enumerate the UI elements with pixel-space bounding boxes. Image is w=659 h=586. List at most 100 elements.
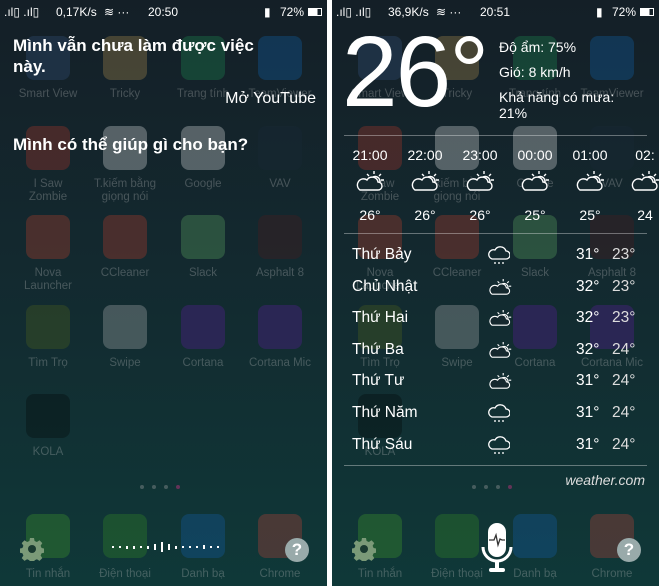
day-name: Thứ Năm: [352, 404, 418, 421]
partly-cloudy-icon: [510, 170, 560, 195]
low-temp: 24°: [612, 372, 636, 390]
settings-gear-icon[interactable]: [20, 537, 44, 561]
rain-cloud-icon: [488, 435, 511, 461]
high-temp: 31°: [576, 435, 600, 453]
app-icon-image: [26, 394, 70, 438]
weather-source-link[interactable]: weather.com: [565, 472, 645, 488]
hour-temp: 25°: [579, 207, 601, 223]
partly-cloudy-icon: [488, 278, 512, 301]
hour-temp: 24: [637, 207, 653, 223]
dock-app-label: Chrome: [259, 568, 301, 580]
partly-cloudy-icon: [488, 372, 512, 395]
low-temp: 24°: [612, 404, 636, 421]
app-icon: Cortana Mic: [245, 305, 315, 370]
app-label: Cortana: [182, 357, 224, 369]
app-label: I Saw Zombie: [28, 178, 68, 203]
wave-bar: [147, 545, 149, 549]
app-icon: Asphalt 8: [245, 215, 315, 280]
partly-cloudy-icon: [565, 170, 615, 195]
hour-temp: 26°: [414, 207, 436, 223]
daily-row: Thứ Tư 31° 24°: [352, 372, 659, 396]
rain-chance-value: 21%: [499, 105, 528, 121]
microphone-button[interactable]: [480, 521, 514, 575]
hour-time: 00:00: [517, 147, 553, 163]
day-name: Thứ Bảy: [352, 246, 412, 263]
battery-icon: [640, 8, 654, 16]
wave-bar: [189, 546, 191, 548]
day-name: Chủ Nhật: [352, 277, 418, 295]
dock-app-label: Tin nhắn: [25, 568, 71, 580]
wave-bar: [154, 544, 156, 550]
daily-row: Thứ Sáu 31° 24°: [352, 436, 659, 460]
app-icon: Tìm Trọ: [13, 305, 83, 370]
divider: [344, 233, 647, 234]
app-icon-image: [181, 215, 225, 259]
battery-level: 72%: [280, 5, 305, 19]
hour-time: 23:00: [462, 147, 498, 163]
app-icon-image: [258, 126, 302, 170]
partly-cloudy-icon: [488, 309, 512, 332]
high-temp: 32°: [576, 277, 600, 295]
low-temp: 23°: [612, 309, 636, 327]
daily-row: Chủ Nhật 32° 23°: [352, 278, 659, 302]
day-name: Thứ Tư: [352, 372, 405, 390]
dock-app-label: Chrome: [591, 568, 633, 580]
app-label: Asphalt 8: [256, 267, 304, 279]
app-label: Slack: [188, 267, 218, 279]
network-speed: 0,17K/s: [56, 5, 97, 19]
app-icon-image: [258, 215, 302, 259]
dock-app-icon: [435, 514, 479, 558]
wave-bar: [217, 546, 219, 548]
app-icon-image: [26, 305, 70, 349]
partly-cloudy-icon: [488, 341, 512, 364]
wave-bar: [119, 546, 121, 548]
daily-row: Thứ Ba 32° 24°: [352, 341, 659, 365]
partly-cloudy-icon: [400, 170, 450, 195]
app-icon-image: [258, 36, 302, 80]
app-icon-image: [103, 215, 147, 259]
app-label: CCleaner: [100, 267, 150, 279]
app-icon: Nova Launcher: [13, 215, 83, 293]
wave-bar: [196, 546, 198, 548]
settings-gear-icon[interactable]: [352, 537, 376, 561]
app-label: Tìm Trọ: [28, 357, 68, 369]
day-name: Thứ Ba: [352, 340, 404, 358]
daily-row: Thứ Năm 31° 24°: [352, 404, 659, 428]
wave-bar: [133, 545, 135, 549]
assistant-reply: Mình vẫn chưa làm được việc này.: [13, 36, 254, 76]
dock-app-label: Điện thoại: [99, 568, 151, 580]
listening-waveform: [112, 542, 222, 552]
app-label: T.kiếm bằng giọng nói: [93, 178, 156, 203]
page-indicator: [140, 485, 180, 489]
hour-time: 01:00: [572, 147, 608, 163]
dock-app-icon: [513, 514, 557, 558]
hour-temp: 26°: [359, 207, 381, 223]
sim-icon: ▮: [596, 5, 603, 19]
assistant-screen-left: Smart View Tricky Trang tính TeamViewer I Sa…: [0, 0, 327, 586]
wave-bar: [126, 545, 128, 549]
app-label: Swipe: [109, 357, 141, 369]
hour-temp: 26°: [469, 207, 491, 223]
app-icon-image: [181, 305, 225, 349]
rain-cloud-icon: [488, 246, 511, 271]
current-temperature: 26°: [342, 16, 489, 128]
battery-level: 72%: [612, 5, 637, 19]
wave-bar: [203, 545, 205, 549]
low-temp: 24°: [612, 340, 636, 358]
help-button[interactable]: ?: [617, 538, 641, 562]
divider: [344, 465, 647, 466]
sim-icon: ▮: [264, 5, 271, 19]
humidity: Độ ẩm: 75%: [499, 39, 577, 55]
hour-time: 02:: [635, 147, 655, 163]
battery-icon: [308, 8, 322, 16]
app-icon: Slack: [168, 215, 238, 280]
high-temp: 31°: [576, 404, 600, 421]
low-temp: 23°: [612, 246, 636, 263]
help-button[interactable]: ?: [285, 538, 309, 562]
app-label: Google: [184, 178, 222, 190]
app-label: Nova Launcher: [24, 267, 72, 292]
dock-app-label: Danh bạ: [181, 568, 225, 580]
day-name: Thứ Hai: [352, 309, 409, 327]
wave-bar: [140, 546, 142, 548]
partly-cloudy-icon: [345, 170, 395, 195]
